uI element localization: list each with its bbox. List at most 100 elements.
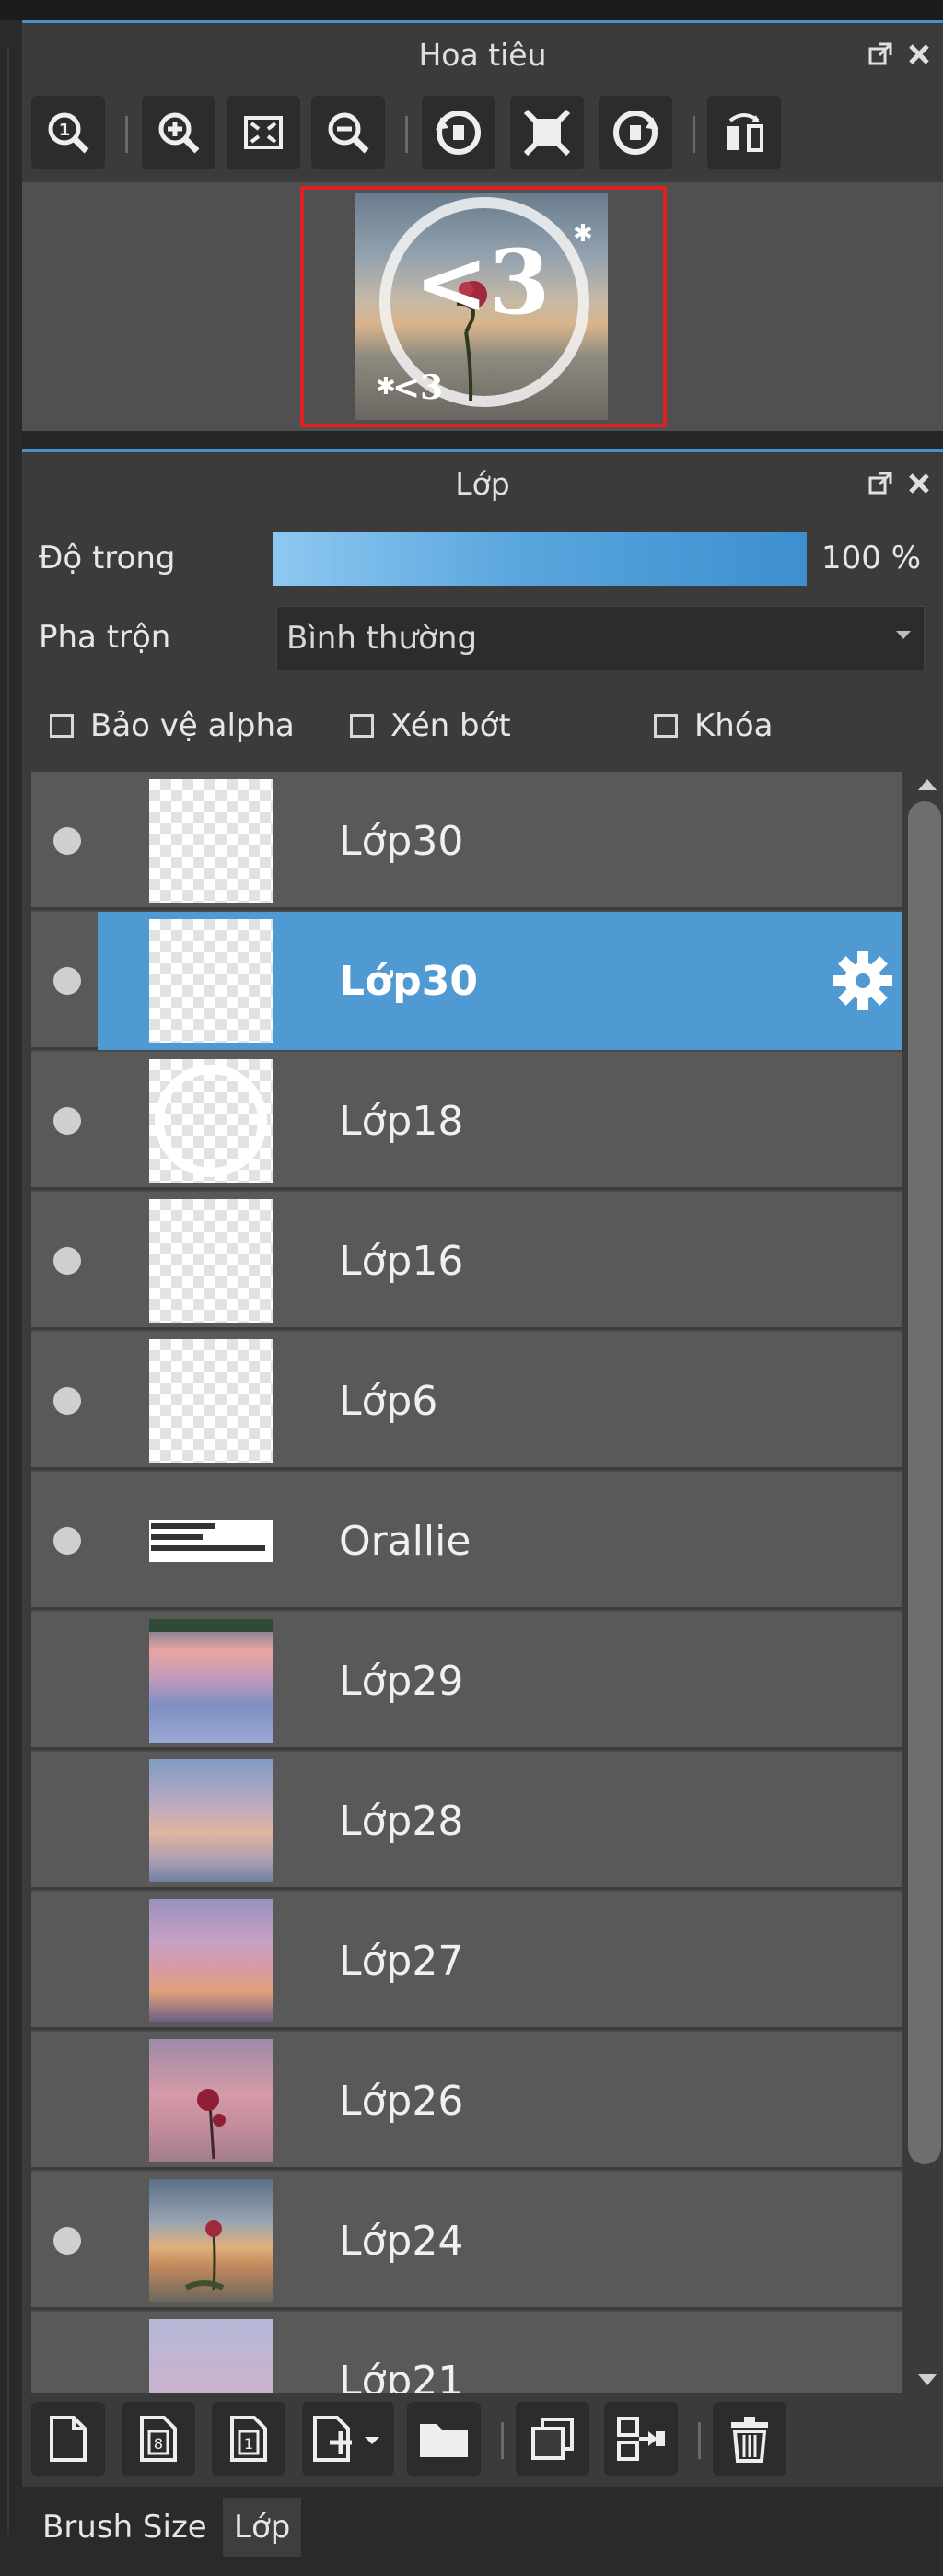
left-dock-gap bbox=[0, 20, 22, 2576]
rotate-right-icon bbox=[613, 111, 658, 155]
layer-thumbnail bbox=[149, 1899, 273, 2022]
svg-text:1: 1 bbox=[59, 121, 71, 140]
layer-name: Lớp27 bbox=[339, 1938, 464, 1985]
scrollbar-thumb[interactable] bbox=[908, 801, 941, 2164]
gear-icon[interactable] bbox=[831, 949, 895, 1013]
layer-row[interactable]: Lớp24 bbox=[31, 2172, 902, 2310]
tab-brush-size[interactable]: Brush Size bbox=[31, 2498, 218, 2557]
layer-thumbnail bbox=[149, 1199, 273, 1323]
layer-name: Lớp21 bbox=[339, 2358, 464, 2393]
flip-horizontal-icon bbox=[727, 113, 763, 152]
zoom-out-button[interactable] bbox=[311, 96, 385, 169]
delete-layer-button[interactable] bbox=[713, 2402, 786, 2476]
new-layer-button[interactable] bbox=[31, 2402, 105, 2476]
zoom-actual-size-button[interactable]: 1 bbox=[31, 96, 105, 169]
svg-text:8: 8 bbox=[154, 2435, 163, 2453]
chevron-down-icon bbox=[896, 631, 911, 639]
layer-row[interactable]: Lớp6 bbox=[31, 1332, 902, 1470]
new-8bit-layer-icon: 8 bbox=[140, 2416, 177, 2462]
navigator-title: Hoa tiêu bbox=[418, 37, 547, 73]
layer-list: Lớp30 Lớp30 Lớp18 Lớp16 Lớp6 Orallie Lớp… bbox=[31, 772, 902, 2393]
layer-row[interactable]: Lớp27 bbox=[31, 1892, 902, 2030]
top-strip bbox=[0, 0, 943, 20]
layer-name: Lớp18 bbox=[339, 1098, 464, 1145]
layer-name: Orallie bbox=[339, 1518, 472, 1565]
folder-icon bbox=[420, 2424, 468, 2457]
fit-screen-icon bbox=[523, 109, 571, 157]
lock-checkbox[interactable]: Khóa bbox=[654, 707, 773, 744]
new-1bit-layer-icon: 1 bbox=[230, 2416, 267, 2462]
layers-undock-icon[interactable] bbox=[866, 469, 895, 498]
layers-title: Lớp bbox=[455, 466, 510, 502]
visibility-eye-icon[interactable] bbox=[53, 2227, 81, 2255]
clipping-checkbox[interactable]: Xén bớt bbox=[350, 707, 511, 744]
layer-row-selected[interactable]: Lớp30 bbox=[31, 912, 902, 1050]
opacity-value: 100 % bbox=[821, 540, 922, 577]
layer-name: Lớp6 bbox=[339, 1378, 438, 1425]
rotate-left-icon bbox=[436, 111, 481, 155]
layer-toolbar: 8 1 bbox=[22, 2393, 943, 2487]
bottom-tab-bar: Brush Size Lớp bbox=[22, 2487, 943, 2576]
visibility-eye-icon[interactable] bbox=[53, 967, 81, 995]
navigator-view-frame[interactable] bbox=[300, 186, 667, 427]
flip-horizontal-button[interactable] bbox=[707, 96, 781, 169]
new-layer-menu-button[interactable] bbox=[302, 2402, 394, 2476]
visibility-eye-icon[interactable] bbox=[53, 1387, 81, 1415]
layer-row[interactable]: Lớp30 bbox=[31, 772, 902, 910]
blend-mode-value: Bình thường bbox=[286, 620, 478, 657]
navigator-close-icon[interactable] bbox=[904, 40, 934, 69]
layer-row[interactable]: Lớp18 bbox=[31, 1052, 902, 1190]
layer-thumbnail bbox=[149, 2319, 273, 2393]
checkbox-icon bbox=[654, 714, 678, 738]
scroll-down-icon[interactable] bbox=[918, 2374, 937, 2385]
navigator-header: Hoa tiêu bbox=[22, 20, 943, 87]
layers-panel: Độ trong 100 % Pha trộn Bình thường Bảo … bbox=[22, 516, 943, 2487]
layer-thumbnail bbox=[149, 2039, 273, 2162]
layer-row[interactable]: Lớp28 bbox=[31, 1752, 902, 1890]
layer-thumbnail bbox=[149, 779, 273, 903]
opacity-slider[interactable] bbox=[273, 532, 807, 586]
checkbox-icon bbox=[350, 714, 374, 738]
layer-name: Lớp30 bbox=[339, 958, 478, 1005]
duplicate-layer-button[interactable] bbox=[516, 2402, 589, 2476]
trash-icon bbox=[731, 2417, 768, 2463]
layer-thumbnail bbox=[149, 1619, 273, 1743]
rotate-right-button[interactable] bbox=[599, 96, 672, 169]
rotate-left-button[interactable] bbox=[422, 96, 495, 169]
blend-label: Pha trộn bbox=[39, 619, 171, 656]
fit-to-window-icon bbox=[244, 116, 283, 149]
new-8bit-layer-button[interactable]: 8 bbox=[122, 2402, 195, 2476]
merge-down-button[interactable] bbox=[604, 2402, 678, 2476]
blend-mode-select[interactable]: Bình thường bbox=[276, 606, 925, 670]
clipping-label: Xén bớt bbox=[390, 707, 511, 744]
scroll-up-icon[interactable] bbox=[918, 779, 937, 790]
visibility-eye-icon[interactable] bbox=[53, 1107, 81, 1135]
new-folder-button[interactable] bbox=[407, 2402, 481, 2476]
layer-thumbnail bbox=[149, 1759, 273, 1882]
layer-row[interactable]: Lớp21 bbox=[31, 2312, 902, 2393]
fit-screen-button[interactable] bbox=[510, 96, 584, 169]
layer-row[interactable]: Lớp26 bbox=[31, 2032, 902, 2170]
layer-list-scrollbar[interactable] bbox=[906, 772, 943, 2393]
layers-close-icon[interactable] bbox=[904, 469, 934, 498]
dock-divider bbox=[7, 48, 9, 2535]
zoom-in-button[interactable] bbox=[142, 96, 215, 169]
tab-layers[interactable]: Lớp bbox=[223, 2498, 302, 2557]
layer-row[interactable]: Orallie bbox=[31, 1472, 902, 1610]
layer-row[interactable]: Lớp16 bbox=[31, 1192, 902, 1330]
new-layer-icon bbox=[50, 2416, 87, 2462]
new-layer-menu-icon bbox=[313, 2416, 379, 2462]
visibility-eye-icon[interactable] bbox=[53, 827, 81, 855]
layer-name: Lớp28 bbox=[339, 1798, 464, 1845]
fit-to-window-button[interactable] bbox=[227, 96, 300, 169]
zoom-actual-size-icon: 1 bbox=[48, 112, 89, 154]
checkbox-icon bbox=[50, 714, 74, 738]
layer-thumbnail bbox=[149, 1339, 273, 1463]
navigator-undock-icon[interactable] bbox=[866, 40, 895, 69]
visibility-eye-icon[interactable] bbox=[53, 1527, 81, 1555]
navigator-canvas[interactable]: ✱ ✱ <3 <3 bbox=[22, 182, 943, 431]
visibility-eye-icon[interactable] bbox=[53, 1247, 81, 1275]
new-1bit-layer-button[interactable]: 1 bbox=[212, 2402, 285, 2476]
layer-row[interactable]: Lớp29 bbox=[31, 1612, 902, 1750]
protect-alpha-checkbox[interactable]: Bảo vệ alpha bbox=[50, 707, 295, 744]
